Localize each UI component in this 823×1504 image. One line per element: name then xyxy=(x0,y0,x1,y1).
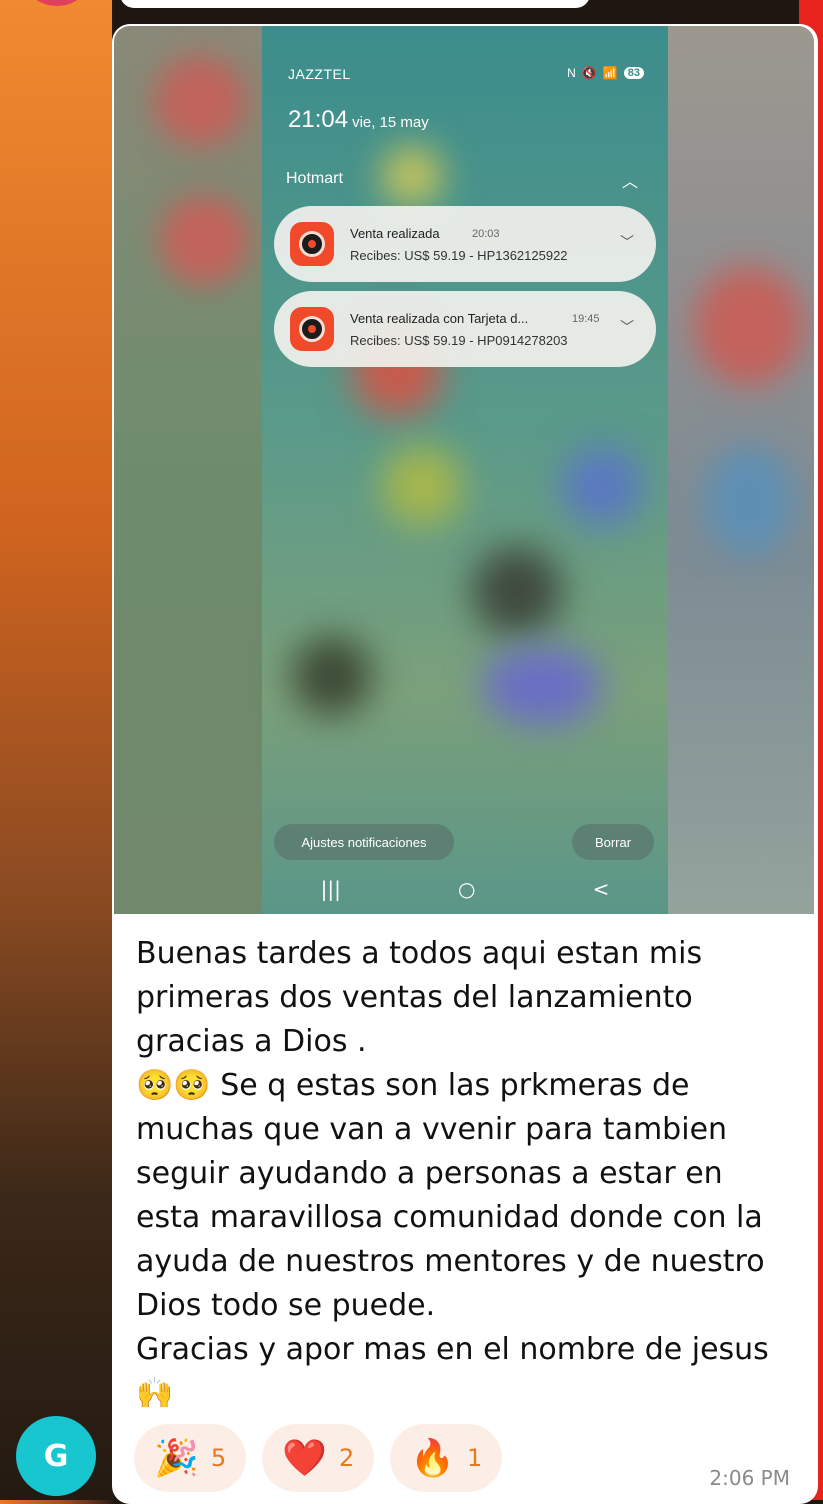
status-icons: N 🔇 📶 83 xyxy=(567,66,644,80)
clear-button[interactable]: Borrar xyxy=(572,824,654,860)
reaction-party[interactable]: 🎉 5 xyxy=(134,1424,247,1492)
clock: 21:04 vie, 15 may xyxy=(288,106,429,134)
party-popper-icon: 🎉 xyxy=(154,1438,199,1479)
chevron-down-icon[interactable]: ﹀ xyxy=(620,232,634,252)
left-background xyxy=(0,0,112,1500)
back-icon[interactable]: < xyxy=(593,877,610,901)
blurred-left-panel xyxy=(114,26,262,914)
message-text: Buenas tardes a todos aqui estan mis pri… xyxy=(136,936,769,1411)
notification-settings-button[interactable]: Ajustes notificaciones xyxy=(274,824,454,860)
mute-icon: 🔇 xyxy=(581,66,597,80)
carrier-name: JAZZTEL xyxy=(288,66,351,82)
heart-icon: ❤️ xyxy=(282,1438,327,1479)
reaction-count: 1 xyxy=(467,1444,483,1472)
wifi-icon: 📶 xyxy=(602,66,618,80)
chevron-up-icon[interactable]: ︿ xyxy=(622,168,638,192)
notification-title: Venta realizada xyxy=(350,226,440,241)
reaction-count: 5 xyxy=(210,1444,227,1472)
clock-date: vie, 15 may xyxy=(352,114,429,131)
home-icon[interactable]: ○ xyxy=(458,877,475,901)
clock-time: 21:04 xyxy=(288,106,349,133)
notification-body: Recibes: US$ 59.19 - HP0914278203 xyxy=(350,333,568,348)
nfc-icon: N xyxy=(567,66,576,80)
message-timestamp: 2:06 PM xyxy=(709,1466,790,1490)
recents-icon[interactable]: ||| xyxy=(321,877,341,901)
notification-time: 19:45 xyxy=(572,313,600,325)
attached-screenshot[interactable]: JAZZTEL N 🔇 📶 83 21:04 vie, 15 may Hotmar… xyxy=(114,26,814,914)
notification-body: Recibes: US$ 59.19 - HP1362125922 xyxy=(350,248,568,263)
fire-icon: 🔥 xyxy=(410,1438,456,1479)
navigation-bar: ||| ○ < xyxy=(262,866,668,912)
reaction-count: 2 xyxy=(338,1444,355,1472)
avatar[interactable]: G xyxy=(16,1416,96,1496)
hotmart-icon xyxy=(290,222,334,266)
notification-time: 20:03 xyxy=(472,228,500,240)
notification-card[interactable]: Venta realizada con Tarjeta d... 19:45 R… xyxy=(274,291,656,367)
reactions-bar: 🎉 5 ❤️ 2 🔥 1 xyxy=(134,1424,503,1492)
reaction-fire[interactable]: 🔥 1 xyxy=(390,1424,503,1492)
chevron-down-icon[interactable]: ﹀ xyxy=(620,317,634,337)
message-bubble: JAZZTEL N 🔇 📶 83 21:04 vie, 15 may Hotmar… xyxy=(112,24,818,1504)
battery-indicator: 83 xyxy=(623,67,644,79)
hotmart-icon xyxy=(290,307,334,351)
reaction-heart[interactable]: ❤️ 2 xyxy=(262,1424,375,1492)
notification-card[interactable]: Venta realizada 20:03 Recibes: US$ 59.19… xyxy=(274,206,656,282)
notification-title: Venta realizada con Tarjeta d... xyxy=(350,311,529,326)
phone-notification-shade: JAZZTEL N 🔇 📶 83 21:04 vie, 15 may Hotmar… xyxy=(262,26,668,914)
previous-message-edge xyxy=(120,0,590,8)
notification-group-title: Hotmart xyxy=(286,170,343,187)
blurred-right-panel xyxy=(664,26,814,914)
